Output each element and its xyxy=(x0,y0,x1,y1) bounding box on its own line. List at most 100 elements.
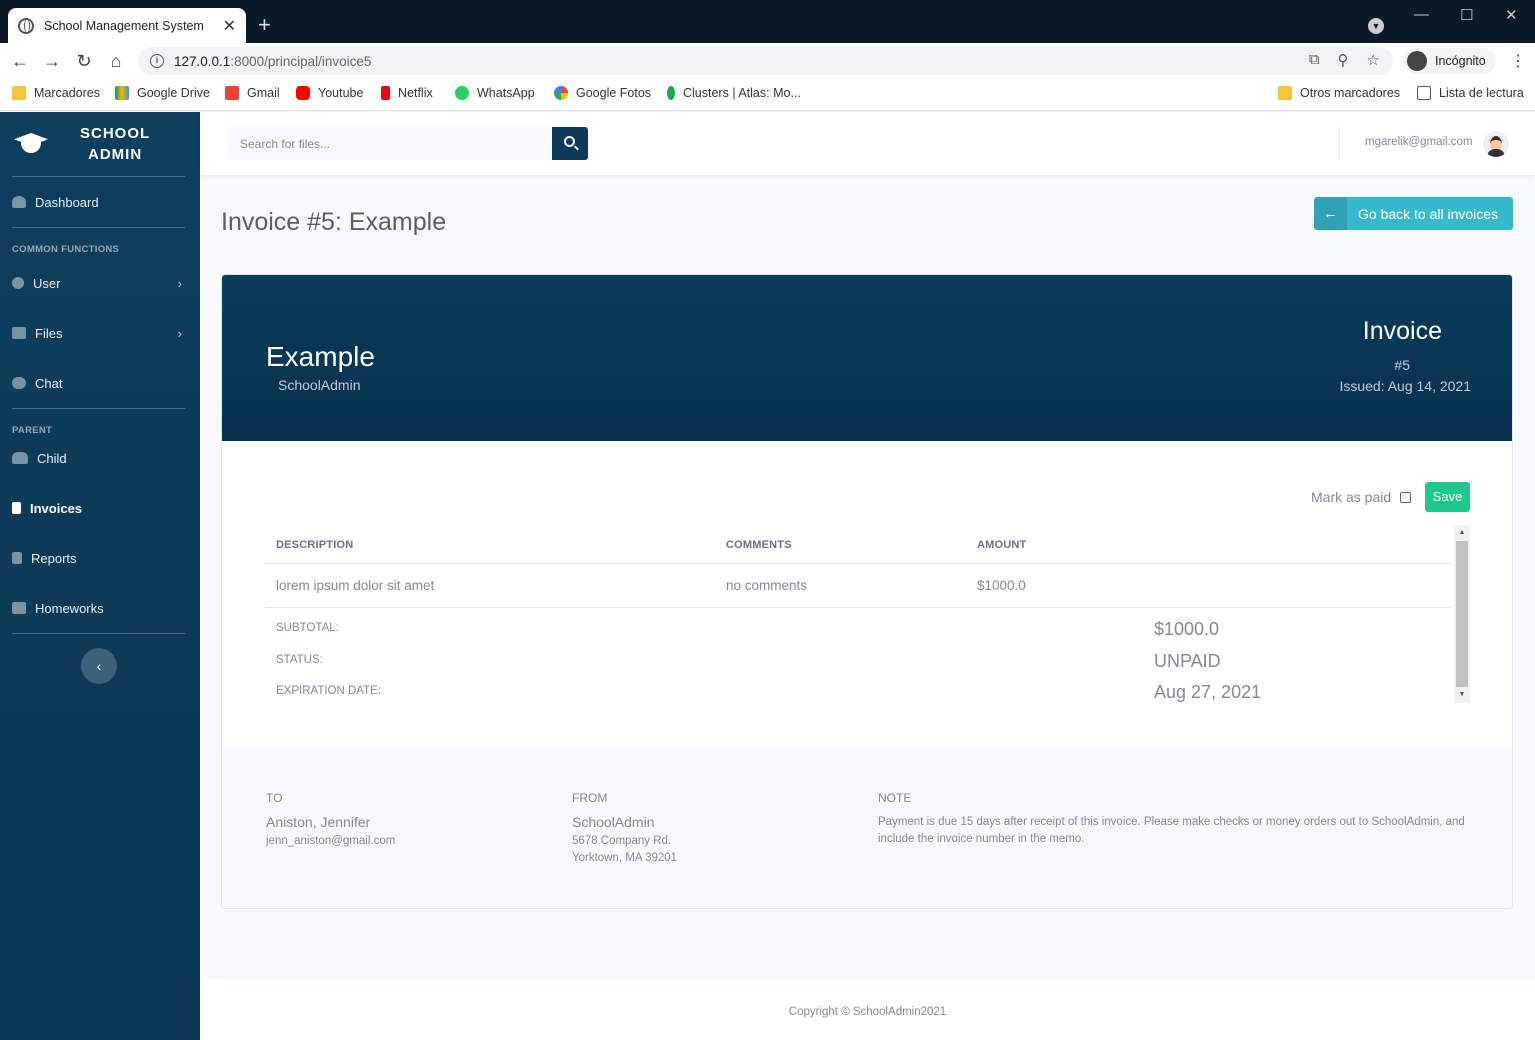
sidebar-item-chat[interactable]: Chat xyxy=(0,358,200,408)
close-tab-icon[interactable]: ✕ xyxy=(223,16,236,36)
reading-list[interactable]: Lista de lectura xyxy=(1417,86,1524,100)
to-name: Aniston, Jennifer xyxy=(266,814,371,830)
invoice-issued: Issued: Aug 14, 2021 xyxy=(1339,378,1471,394)
invoice-number: #5 xyxy=(1394,357,1410,373)
expiration-value: Aug 27, 2021 xyxy=(1154,682,1262,702)
sidebar-toggle-button[interactable]: ‹ xyxy=(81,648,117,684)
invoice-header: Example SchoolAdmin Invoice #5 Issued: A… xyxy=(222,275,1512,441)
sidebar-item-label: User xyxy=(33,275,61,291)
sidebar-item-reports[interactable]: Reports xyxy=(0,533,200,583)
go-back-button[interactable]: ← Go back to all invoices xyxy=(1314,197,1513,230)
bookmark-whatsapp[interactable]: WhatsApp xyxy=(455,86,535,100)
incognito-icon xyxy=(1407,51,1427,71)
sidebar-divider xyxy=(12,408,185,409)
tab-search-icon[interactable]: ▼ xyxy=(1368,18,1384,34)
sidebar-item-homeworks[interactable]: Homeworks xyxy=(0,583,200,633)
from-address-2: Yorktown, MA 39201 xyxy=(572,852,678,864)
sidebar-item-label: Chat xyxy=(35,375,63,391)
go-back-label: Go back to all invoices xyxy=(1358,205,1499,222)
bookmark-other[interactable]: Otros marcadores xyxy=(1278,86,1400,100)
sidebar-item-files[interactable]: Files › xyxy=(0,308,200,358)
translate-icon[interactable]: ⧉ xyxy=(1309,51,1320,69)
topbar-divider xyxy=(1339,127,1340,160)
sidebar-item-dashboard[interactable]: Dashboard xyxy=(0,177,200,227)
note-heading: NOTE xyxy=(878,791,912,805)
note-section: NOTE Payment is due 15 days after receip… xyxy=(878,791,1478,848)
from-section: FROM SchoolAdmin 5678 Company Rd. Yorkto… xyxy=(572,791,677,867)
invoice-card: Example SchoolAdmin Invoice #5 Issued: A… xyxy=(221,274,1513,909)
chevron-right-icon: › xyxy=(177,325,182,341)
reload-icon[interactable]: ↻ xyxy=(68,51,100,72)
column-header-comments: COMMENTS xyxy=(726,539,792,551)
mongodb-leaf-icon xyxy=(667,86,675,100)
sidebar-item-label: Homeworks xyxy=(35,600,104,616)
file-alt-icon xyxy=(12,552,22,564)
to-section: TO Aniston, Jennifer jenn_aniston@gmail.… xyxy=(266,791,395,850)
search-input[interactable]: Search for files... xyxy=(228,127,552,160)
avatar[interactable] xyxy=(1483,131,1509,157)
topbar: Search for files... mgarelik@gmail.com xyxy=(200,112,1535,175)
bookmark-google-drive[interactable]: Google Drive xyxy=(115,86,210,100)
user-circle-icon xyxy=(12,277,24,289)
youtube-icon xyxy=(296,86,310,100)
drive-icon xyxy=(115,86,129,100)
table-divider xyxy=(265,607,1451,608)
maximize-icon[interactable]: ☐ xyxy=(1460,6,1473,24)
save-button[interactable]: Save xyxy=(1425,482,1470,512)
browser-tab[interactable]: School Management System ✕ xyxy=(8,8,246,43)
file-invoice-icon xyxy=(12,502,21,514)
edit-icon xyxy=(12,602,26,614)
sidebar-divider xyxy=(12,227,185,228)
chevron-left-icon: ‹ xyxy=(96,658,102,674)
minimize-icon[interactable]: — xyxy=(1414,6,1429,23)
comments-icon xyxy=(12,377,26,389)
home-icon[interactable]: ⌂ xyxy=(100,51,132,72)
url-field[interactable]: i 127.0.0.1:8000/principal/invoice5 xyxy=(138,47,1393,75)
browser-tabbar: School Management System ✕ + ▼ — ☐ ✕ xyxy=(0,0,1535,43)
back-icon[interactable]: ← xyxy=(4,51,36,72)
new-tab-icon[interactable]: + xyxy=(258,12,271,38)
mark-paid: Mark as paid xyxy=(1311,489,1412,505)
chevron-right-icon: › xyxy=(177,275,182,291)
brand-line-2: ADMIN xyxy=(88,146,143,163)
bookmark-gmail[interactable]: Gmail xyxy=(225,86,280,100)
expiration-label: EXPIRATION DATE: xyxy=(276,685,382,697)
browser-menu-icon[interactable]: ⋮ xyxy=(1510,51,1526,71)
forward-icon[interactable]: → xyxy=(36,51,68,72)
netflix-icon xyxy=(381,86,390,100)
bookmark-marcadores[interactable]: Marcadores xyxy=(12,86,100,100)
close-window-icon[interactable]: ✕ xyxy=(1505,6,1518,24)
sidebar-item-user[interactable]: User › xyxy=(0,258,200,308)
bookmark-google-fotos[interactable]: Google Fotos xyxy=(554,86,651,100)
invoice-company-sub: SchoolAdmin xyxy=(278,377,361,393)
invoice-table: DESCRIPTION COMMENTS AMOUNT lorem ipsum … xyxy=(265,525,1470,703)
table-scrollbar[interactable]: ▲ ▼ xyxy=(1454,525,1470,703)
sidebar-item-child[interactable]: Child xyxy=(0,433,200,483)
page-footer: Copyright © SchoolAdmin2021 xyxy=(200,979,1535,1040)
from-address-1: 5678 Company Rd. xyxy=(572,835,672,847)
subtotal-label: SUBTOTAL: xyxy=(276,622,339,634)
arrow-left-icon: ← xyxy=(1314,197,1347,230)
sidebar-item-label: Dashboard xyxy=(35,194,99,210)
profile-button[interactable]: Incógnito xyxy=(1403,48,1496,74)
user-email[interactable]: mgarelik@gmail.com xyxy=(1365,136,1473,148)
sidebar-divider xyxy=(12,633,185,634)
zoom-icon[interactable]: ⚲ xyxy=(1338,51,1349,69)
search-button[interactable] xyxy=(552,127,588,160)
sidebar-item-invoices[interactable]: Invoices xyxy=(0,483,200,533)
brand[interactable]: SCHOOL ADMIN xyxy=(0,112,200,176)
star-icon[interactable]: ☆ xyxy=(1367,51,1380,69)
bookmark-youtube[interactable]: Youtube xyxy=(296,86,363,100)
bookmark-netflix[interactable]: Netflix xyxy=(381,86,433,100)
cell-description: lorem ipsum dolor sit amet xyxy=(276,578,435,593)
scroll-down-icon[interactable]: ▼ xyxy=(1454,688,1470,702)
scroll-up-icon[interactable]: ▲ xyxy=(1454,526,1470,540)
info-icon[interactable]: i xyxy=(150,54,164,68)
sidebar: SCHOOL ADMIN Dashboard COMMON FUNCTIONS … xyxy=(0,112,200,1040)
scrollbar-thumb[interactable] xyxy=(1456,541,1468,687)
bookmark-clusters[interactable]: Clusters | Atlas: Mo... xyxy=(667,86,801,100)
note-text: Payment is due 15 days after receipt of … xyxy=(878,816,1465,845)
copyright-text: Copyright © SchoolAdmin2021 xyxy=(788,1006,947,1018)
graduation-cap-icon xyxy=(12,131,50,157)
mark-paid-checkbox[interactable] xyxy=(1400,491,1412,503)
